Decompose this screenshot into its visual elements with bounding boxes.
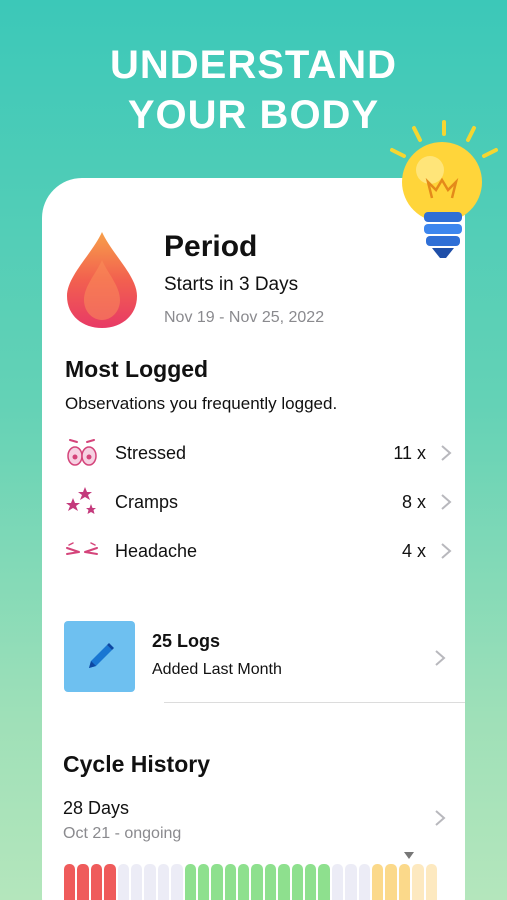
headline-line-1: UNDERSTAND	[109, 43, 398, 87]
cycle-day-segment	[358, 864, 370, 900]
cycle-day-segment	[144, 864, 156, 900]
cycle-day-segment	[398, 864, 411, 900]
logs-icon-box	[64, 621, 135, 692]
chevron-right-icon	[441, 543, 452, 559]
log-item-count: 4 x	[401, 540, 426, 561]
logs-subtitle: Added Last Month	[152, 661, 282, 678]
headache-eyes-icon	[62, 531, 102, 571]
cycle-day-segment	[412, 864, 424, 900]
cycle-day-segment	[64, 864, 76, 900]
cycle-day-segment	[238, 864, 250, 900]
cycle-day-segment	[385, 864, 397, 900]
most-logged-description: Observations you frequently logged.	[65, 394, 338, 413]
cycle-day-segment	[264, 864, 277, 900]
log-item-stressed[interactable]: Stressed 11 x	[62, 433, 452, 473]
cycle-day-segment	[305, 864, 317, 900]
cycle-length[interactable]: 28 Days	[63, 798, 129, 819]
chevron-right-icon[interactable]	[434, 809, 446, 827]
cycle-day-segment	[90, 864, 103, 900]
cycle-day-segment	[425, 864, 437, 900]
log-item-label: Cramps	[115, 491, 179, 512]
blood-drop-icon	[67, 232, 137, 328]
log-item-label: Headache	[115, 540, 198, 561]
cycle-day-segment	[77, 864, 89, 900]
chevron-right-icon[interactable]	[434, 649, 446, 667]
cycle-day-segment	[171, 864, 183, 900]
cycle-history-title: Cycle History	[63, 751, 211, 777]
period-subtitle: Starts in 3 Days	[164, 274, 299, 295]
chevron-right-icon	[441, 494, 452, 510]
cycle-day-segment	[104, 864, 116, 900]
divider	[164, 702, 465, 703]
cycle-day-segment	[184, 864, 196, 900]
pencil-icon	[88, 642, 114, 668]
cycle-day-segment	[211, 864, 223, 900]
most-logged-title: Most Logged	[65, 356, 209, 382]
cycle-day-segment	[224, 864, 237, 900]
log-item-cramps[interactable]: Cramps 8 x	[62, 482, 452, 522]
summary-card: Period Starts in 3 Days Nov 19 - Nov 25,…	[42, 178, 465, 900]
lightbulb-icon	[390, 120, 498, 258]
cycle-day-segment	[117, 864, 129, 900]
cycle-day-segment	[371, 864, 384, 900]
cycle-day-segment	[345, 864, 357, 900]
cycle-day-segment	[318, 864, 330, 900]
cycle-day-segment	[157, 864, 170, 900]
log-item-count: 8 x	[401, 491, 426, 512]
cycle-bar	[64, 864, 437, 900]
cycle-day-segment	[251, 864, 263, 900]
logs-count-title[interactable]: 25 Logs	[152, 631, 220, 652]
log-item-headache[interactable]: Headache 4 x	[62, 531, 452, 571]
today-marker-icon	[404, 852, 414, 859]
log-item-count: 11 x	[393, 442, 426, 463]
cycle-day-segment	[278, 864, 290, 900]
cycle-day-segment	[331, 864, 344, 900]
chevron-right-icon	[441, 445, 452, 461]
stressed-face-icon	[62, 433, 102, 473]
cramps-stars-icon	[62, 482, 102, 522]
period-title: Period	[164, 230, 258, 263]
cycle-day-segment	[197, 864, 210, 900]
log-item-label: Stressed	[115, 442, 187, 463]
cycle-day-segment	[291, 864, 304, 900]
cycle-range: Oct 21 - ongoing	[63, 825, 182, 842]
period-dates: Nov 19 - Nov 25, 2022	[164, 309, 325, 326]
cycle-day-segment	[130, 864, 143, 900]
